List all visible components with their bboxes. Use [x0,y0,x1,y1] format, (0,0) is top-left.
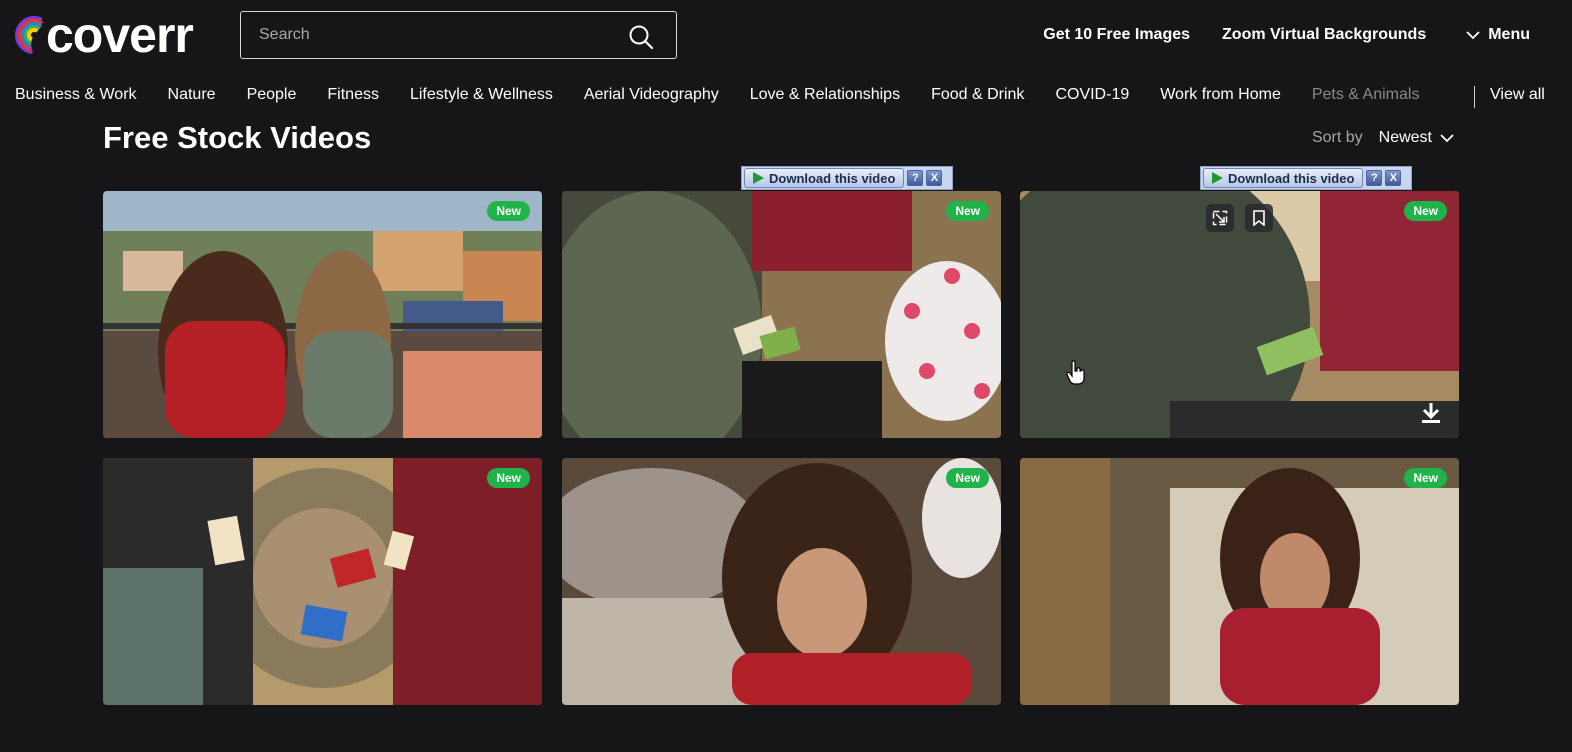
download-video-toolbar: Download this video ? X [741,166,953,190]
download-icon[interactable] [1421,402,1441,424]
category-nature[interactable]: Nature [168,86,216,104]
download-video-label: Download this video [769,170,896,186]
top-nav: Get 10 Free Images Zoom Virtual Backgrou… [1043,26,1530,44]
get-free-images-link[interactable]: Get 10 Free Images [1043,26,1190,44]
category-fitness[interactable]: Fitness [327,86,379,104]
category-people[interactable]: People [247,86,297,104]
play-icon [1212,172,1223,184]
video-card[interactable]: New [1020,458,1459,705]
video-thumbnail [562,191,1001,438]
view-all-link[interactable]: View all [1490,86,1545,104]
nav-divider [1474,86,1475,108]
play-icon [753,172,764,184]
new-badge: New [946,468,989,488]
category-covid-19[interactable]: COVID-19 [1055,86,1129,104]
category-aerial-videography[interactable]: Aerial Videography [584,86,719,104]
new-badge: New [1404,201,1447,221]
search-icon[interactable] [628,24,654,50]
bookmark-button[interactable] [1245,204,1273,232]
category-work-from-home[interactable]: Work from Home [1160,86,1281,104]
chevron-down-icon [1466,31,1480,40]
category-love-relationships[interactable]: Love & Relationships [750,86,900,104]
bookmark-icon [1253,210,1265,226]
zoom-backgrounds-link[interactable]: Zoom Virtual Backgrounds [1222,26,1426,44]
close-button[interactable]: X [926,170,943,186]
video-card[interactable]: New [1020,191,1459,438]
coverr-logo[interactable]: coverr [14,7,194,63]
video-card[interactable]: New [103,191,542,438]
new-badge: New [1404,468,1447,488]
sort-value: Newest [1378,129,1432,146]
expand-icon [1212,210,1228,226]
category-nav: Business & Work Nature People Fitness Li… [15,86,1419,104]
help-button[interactable]: ? [1366,170,1383,186]
download-video-button[interactable]: Download this video [1203,168,1364,188]
category-business-work[interactable]: Business & Work [15,86,137,104]
new-badge: New [487,468,530,488]
category-pets-animals[interactable]: Pets & Animals [1312,86,1420,104]
download-video-toolbar: Download this video ? X [1200,166,1412,190]
video-thumbnail [1020,191,1459,438]
video-thumbnail [103,458,542,705]
close-button[interactable]: X [1385,170,1402,186]
sort-dropdown[interactable]: Newest [1379,129,1454,147]
download-video-button[interactable]: Download this video [744,168,905,188]
hand-cursor-icon [1066,360,1085,385]
sort-label: Sort by [1311,129,1363,146]
category-lifestyle-wellness[interactable]: Lifestyle & Wellness [410,86,553,104]
new-badge: New [946,201,989,221]
search-box[interactable] [240,11,677,59]
chevron-down-icon [1440,134,1454,143]
new-badge: New [487,201,530,221]
logo-wordmark: coverr [46,7,194,63]
search-input[interactable] [257,25,621,45]
video-card[interactable]: New [103,458,542,705]
sort-control: Sort by Newest [1312,129,1454,147]
menu-label: Menu [1488,26,1530,43]
logo-rainbow-icon [15,16,48,54]
download-video-label: Download this video [1228,170,1355,186]
video-thumbnail [1020,458,1459,705]
category-food-drink[interactable]: Food & Drink [931,86,1024,104]
video-thumbnail [103,191,542,438]
preview-button[interactable] [1206,204,1234,232]
video-thumbnail [562,458,1001,705]
menu-button[interactable]: Menu [1466,26,1530,44]
video-card[interactable]: New [562,458,1001,705]
video-card[interactable]: New [562,191,1001,438]
page-title: Free Stock Videos [103,120,372,155]
help-button[interactable]: ? [907,170,924,186]
